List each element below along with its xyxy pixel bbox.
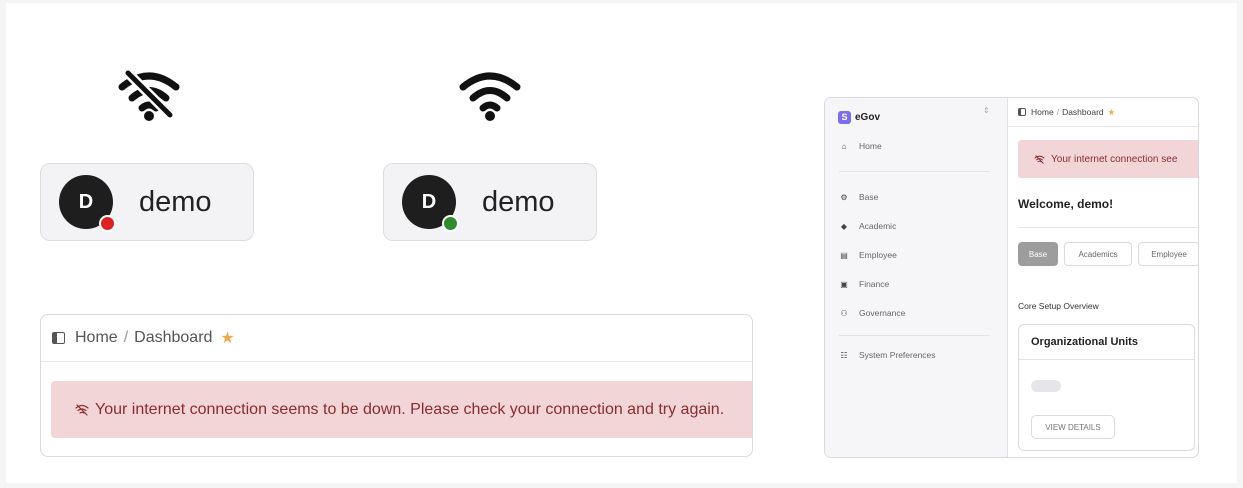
- id-card-icon: ▤: [840, 250, 848, 260]
- wifi-off-icon: [75, 403, 89, 416]
- sidebar-item-employee[interactable]: ▤ Employee: [839, 250, 897, 260]
- user-name: demo: [482, 185, 555, 218]
- tab-employee[interactable]: Employee: [1138, 242, 1198, 266]
- chevron-updown-icon[interactable]: ⇕: [983, 106, 990, 115]
- status-dot-online: [442, 215, 459, 232]
- wifi-off-icon: [118, 68, 180, 121]
- section-label: Core Setup Overview: [1018, 301, 1099, 311]
- brand[interactable]: S eGov: [838, 104, 1007, 130]
- graduation-cap-icon: ◆: [840, 221, 848, 231]
- brand-name: eGov: [855, 111, 881, 123]
- sidebar-item-label: Finance: [859, 279, 890, 289]
- sidebar-item-label: Base: [859, 192, 879, 202]
- wifi-icon: [459, 72, 521, 121]
- main-content: Home / Dashboard ★ Your internet connect…: [1008, 98, 1198, 457]
- sidebar-item-finance[interactable]: ▣ Finance: [839, 279, 889, 289]
- divider: [839, 335, 989, 336]
- avatar: D: [402, 175, 459, 232]
- sidebar-item-label: System Preferences: [859, 350, 936, 360]
- loading-skeleton: [1031, 380, 1061, 392]
- breadcrumb-separator: /: [123, 329, 129, 346]
- breadcrumb: Home / Dashboard ★: [41, 315, 752, 362]
- brand-logo: S: [838, 110, 851, 124]
- star-icon[interactable]: ★: [1108, 107, 1116, 118]
- card-title: Organizational Units: [1019, 325, 1194, 360]
- avatar-initial: D: [421, 190, 437, 213]
- breadcrumb-current: Dashboard: [1062, 107, 1104, 117]
- avatar-initial: D: [78, 190, 94, 213]
- divider: [1018, 227, 1198, 228]
- alert-text: Your internet connection see: [1051, 153, 1178, 165]
- wifi-off-icon: [1034, 154, 1045, 164]
- offline-alert: Your internet connection seems to be dow…: [51, 381, 752, 438]
- breadcrumb-current: Dashboard: [134, 329, 213, 346]
- sliders-icon: ☷: [840, 350, 848, 360]
- view-details-button[interactable]: VIEW DETAILS: [1031, 415, 1115, 439]
- alert-text: Your internet connection seems to be dow…: [95, 400, 725, 418]
- users-icon: ⚇: [840, 308, 848, 318]
- user-name: demo: [139, 185, 212, 218]
- sidebar-item-system-preferences[interactable]: ☷ System Preferences: [839, 350, 936, 360]
- sidebar-item-base[interactable]: ⚙ Base: [839, 192, 878, 202]
- app-window: S eGov ⇕ ⌂ Home ⚙ Base ◆ Academic ▤ Empl…: [824, 97, 1199, 458]
- divider: [839, 171, 989, 172]
- sidebar-item-academic[interactable]: ◆ Academic: [839, 221, 896, 231]
- offline-alert: Your internet connection see: [1018, 140, 1198, 178]
- sidebar: S eGov ⇕ ⌂ Home ⚙ Base ◆ Academic ▤ Empl…: [825, 98, 1008, 457]
- sidebar-toggle-icon[interactable]: [52, 332, 65, 344]
- wallet-icon: ▣: [840, 279, 848, 289]
- user-chip-offline[interactable]: D demo: [40, 163, 254, 241]
- sidebar-item-home[interactable]: ⌂ Home: [839, 141, 882, 151]
- breadcrumb-home[interactable]: Home: [75, 329, 118, 347]
- breadcrumb-home[interactable]: Home: [1031, 107, 1054, 117]
- organizational-units-card: Organizational Units VIEW DETAILS: [1018, 324, 1195, 451]
- user-chip-online[interactable]: D demo: [383, 163, 597, 241]
- sidebar-item-governance[interactable]: ⚇ Governance: [839, 308, 905, 318]
- avatar: D: [59, 175, 116, 232]
- sidebar-item-label: Employee: [859, 250, 897, 260]
- star-icon[interactable]: ★: [220, 328, 234, 348]
- tab-academics[interactable]: Academics: [1064, 242, 1132, 266]
- sidebar-toggle-icon[interactable]: [1018, 108, 1026, 116]
- status-dot-offline: [99, 215, 116, 232]
- welcome-heading: Welcome, demo!: [1018, 197, 1114, 211]
- breadcrumb-separator: /: [1056, 107, 1060, 117]
- sidebar-item-label: Home: [859, 141, 882, 151]
- sidebar-item-label: Governance: [859, 308, 906, 318]
- sidebar-item-label: Academic: [859, 221, 897, 231]
- home-icon: ⌂: [841, 141, 847, 151]
- breadcrumb: Home / Dashboard ★: [1008, 98, 1198, 127]
- dashboard-card: Home / Dashboard ★ Your internet connect…: [40, 314, 753, 457]
- gear-icon: ⚙: [840, 192, 848, 202]
- tab-base[interactable]: Base: [1018, 242, 1058, 266]
